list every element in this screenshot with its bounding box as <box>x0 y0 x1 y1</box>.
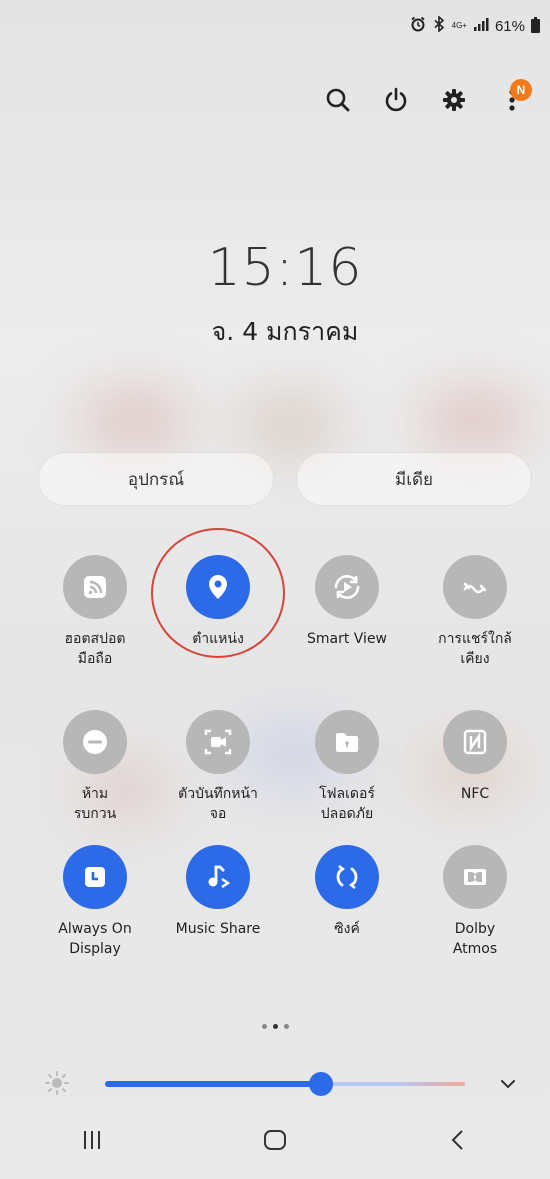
page-dot[interactable] <box>283 1024 289 1029</box>
tile-music-share[interactable]: Music Share <box>153 845 283 939</box>
clock-date: จ. 4 มกราคม <box>211 317 359 346</box>
bluetooth-icon <box>432 15 446 36</box>
page-dot-active[interactable] <box>272 1024 278 1029</box>
tile-label: Always On Display <box>58 921 132 957</box>
brightness-icon <box>45 1071 69 1095</box>
tile-circle[interactable] <box>443 845 507 909</box>
home-icon <box>263 1130 286 1150</box>
notification-badge: N <box>510 79 532 101</box>
tile-circle[interactable] <box>63 710 127 774</box>
tile-sync[interactable]: ซิงค์ <box>282 845 412 939</box>
tile-label: การแชร์ใกล้ เคียง <box>438 631 512 667</box>
tile-circle[interactable] <box>315 845 379 909</box>
clock-time: 15:16 <box>207 238 363 298</box>
navigation-bar <box>0 1101 550 1179</box>
signal-icon <box>473 17 489 35</box>
tile-label: โฟลเดอร์ ปลอดภัย <box>319 786 375 822</box>
recent-apps-button[interactable] <box>62 1115 122 1165</box>
search-icon <box>326 88 350 112</box>
tile-circle[interactable] <box>186 845 250 909</box>
page-dot[interactable] <box>261 1024 267 1029</box>
tile-label: Dolby Atmos <box>452 921 498 957</box>
media-button[interactable]: มีเดีย <box>296 452 532 506</box>
tile-label: Music Share <box>175 921 261 937</box>
devices-button[interactable]: อุปกรณ์ <box>38 452 274 506</box>
page-indicator <box>0 1024 550 1029</box>
brightness-control <box>0 1040 550 1110</box>
alarm-icon <box>410 16 426 36</box>
network-type-label: 4G+ <box>451 21 467 30</box>
tile-circle[interactable] <box>63 555 127 619</box>
smart-view-icon <box>334 575 360 599</box>
do-not-disturb-icon <box>83 730 107 754</box>
battery-percent: 61% <box>494 17 525 35</box>
tile-circle[interactable] <box>315 710 379 774</box>
nearby-share-icon <box>463 582 487 594</box>
sync-icon <box>336 865 358 889</box>
tile-mobile-hotspot[interactable]: ฮอตสปอต มือถือ <box>30 555 160 669</box>
search-button[interactable] <box>320 82 356 118</box>
tile-circle[interactable] <box>186 710 250 774</box>
always-on-display-icon <box>85 867 105 887</box>
secure-folder-icon <box>336 733 358 752</box>
tile-label: ฮอตสปอต มือถือ <box>64 631 126 667</box>
back-button[interactable] <box>428 1115 488 1165</box>
tile-label: Smart View <box>306 631 388 647</box>
expand-brightness-button[interactable] <box>497 1074 519 1098</box>
hotspot-icon <box>84 576 106 598</box>
location-highlight-circle <box>151 528 285 658</box>
music-share-icon <box>208 865 231 888</box>
tile-circle[interactable] <box>315 555 379 619</box>
chevron-down-icon <box>501 1080 515 1089</box>
tile-label: ซิงค์ <box>334 921 360 937</box>
more-options-button[interactable]: N <box>494 79 532 118</box>
quick-panel-actions: N <box>298 79 532 118</box>
battery-icon <box>531 17 540 33</box>
power-icon <box>385 87 407 112</box>
tile-secure-folder[interactable]: โฟลเดอร์ ปลอดภัย <box>282 710 412 824</box>
tile-nfc[interactable]: NFC <box>410 710 540 804</box>
tile-nearby-share[interactable]: การแชร์ใกล้ เคียง <box>410 555 540 669</box>
tile-always-on-display[interactable]: Always On Display <box>30 845 160 959</box>
settings-button[interactable] <box>436 82 472 118</box>
brightness-slider-thumb[interactable] <box>309 1072 333 1096</box>
brightness-fill <box>105 1081 321 1087</box>
tile-circle[interactable] <box>63 845 127 909</box>
home-button[interactable] <box>245 1115 305 1165</box>
tile-label: ห้าม รบกวน <box>73 786 117 822</box>
recent-apps-icon <box>83 1131 100 1149</box>
tile-dolby-atmos[interactable]: Dolby Atmos <box>410 845 540 959</box>
tile-label: NFC <box>460 786 490 802</box>
tile-circle[interactable] <box>443 555 507 619</box>
dolby-atmos-icon <box>464 869 486 885</box>
status-bar: 4G+ 61% <box>410 14 540 38</box>
tile-circle[interactable] <box>443 710 507 774</box>
screen-recorder-icon <box>204 729 232 755</box>
gear-icon <box>443 89 465 111</box>
tile-label: ตัวบันทึกหน้า จอ <box>178 786 258 822</box>
power-button[interactable] <box>378 82 414 118</box>
back-icon <box>451 1130 464 1150</box>
tile-smart-view[interactable]: Smart View <box>282 555 412 649</box>
nfc-icon <box>463 729 487 755</box>
tile-do-not-disturb[interactable]: ห้าม รบกวน <box>30 710 160 824</box>
tile-screen-recorder[interactable]: ตัวบันทึกหน้า จอ <box>153 710 283 824</box>
